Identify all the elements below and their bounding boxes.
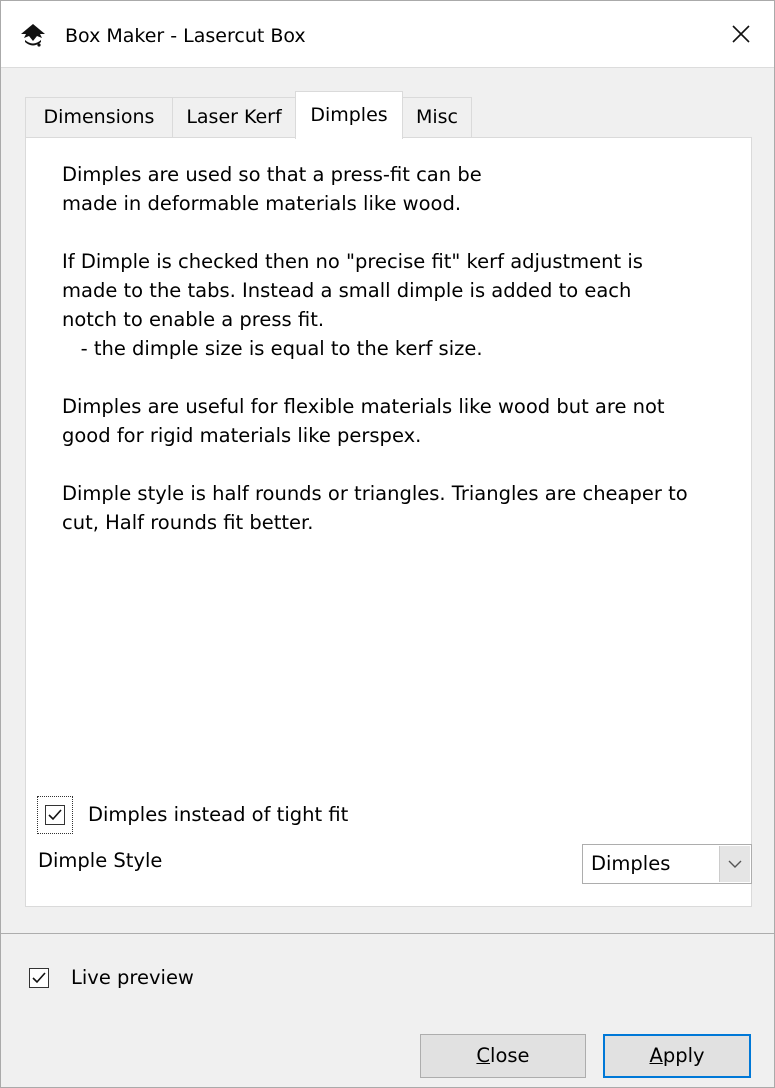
description-text: Dimples are used so that a press-fit can… (62, 160, 752, 566)
description-paragraph: Dimple style is half rounds or triangles… (62, 482, 688, 534)
dimples-checkbox[interactable] (45, 805, 65, 825)
description-paragraph: If Dimple is checked then no "precise fi… (62, 250, 643, 360)
checkmark-icon (32, 972, 46, 984)
tab-dimensions[interactable]: Dimensions (25, 97, 173, 137)
window-title: Box Maker - Lasercut Box (65, 25, 306, 47)
title-divider (1, 67, 774, 68)
description-paragraph: Dimples are used so that a press-fit can… (62, 163, 482, 215)
dialog-window: Box Maker - Lasercut Box Dimensions Lase… (0, 0, 775, 1088)
checkmark-icon (48, 809, 62, 821)
dimples-checkbox-label[interactable]: Dimples instead of tight fit (88, 802, 348, 828)
apply-button-mnemonic: A (649, 1044, 663, 1067)
tab-laser-kerf[interactable]: Laser Kerf (172, 97, 296, 137)
dimple-style-select[interactable]: Dimples (582, 844, 752, 884)
apply-button-label: pply (662, 1044, 705, 1067)
close-button-mnemonic: C (476, 1044, 491, 1067)
dimple-style-value: Dimples (591, 852, 671, 875)
dimple-style-label: Dimple Style (38, 849, 163, 872)
chevron-down-icon[interactable] (719, 846, 750, 882)
live-preview-checkbox[interactable] (29, 968, 49, 988)
close-icon[interactable] (708, 1, 774, 67)
close-x-glyph (732, 25, 750, 43)
close-button-label: lose (490, 1044, 530, 1067)
dimples-tab-panel: Dimples are used so that a press-fit can… (25, 137, 752, 907)
footer-divider (1, 933, 774, 934)
inkscape-icon (21, 24, 45, 47)
description-paragraph: Dimples are useful for flexible material… (62, 395, 665, 447)
tab-dimples[interactable]: Dimples (295, 91, 403, 139)
live-preview-label[interactable]: Live preview (71, 965, 194, 991)
apply-button[interactable]: Apply (603, 1034, 751, 1078)
tab-misc[interactable]: Misc (402, 97, 472, 137)
title-bar: Box Maker - Lasercut Box (1, 1, 774, 67)
dimples-checkbox-focus[interactable] (37, 796, 73, 834)
chevron-glyph (728, 860, 742, 868)
close-button[interactable]: Close (420, 1034, 586, 1078)
